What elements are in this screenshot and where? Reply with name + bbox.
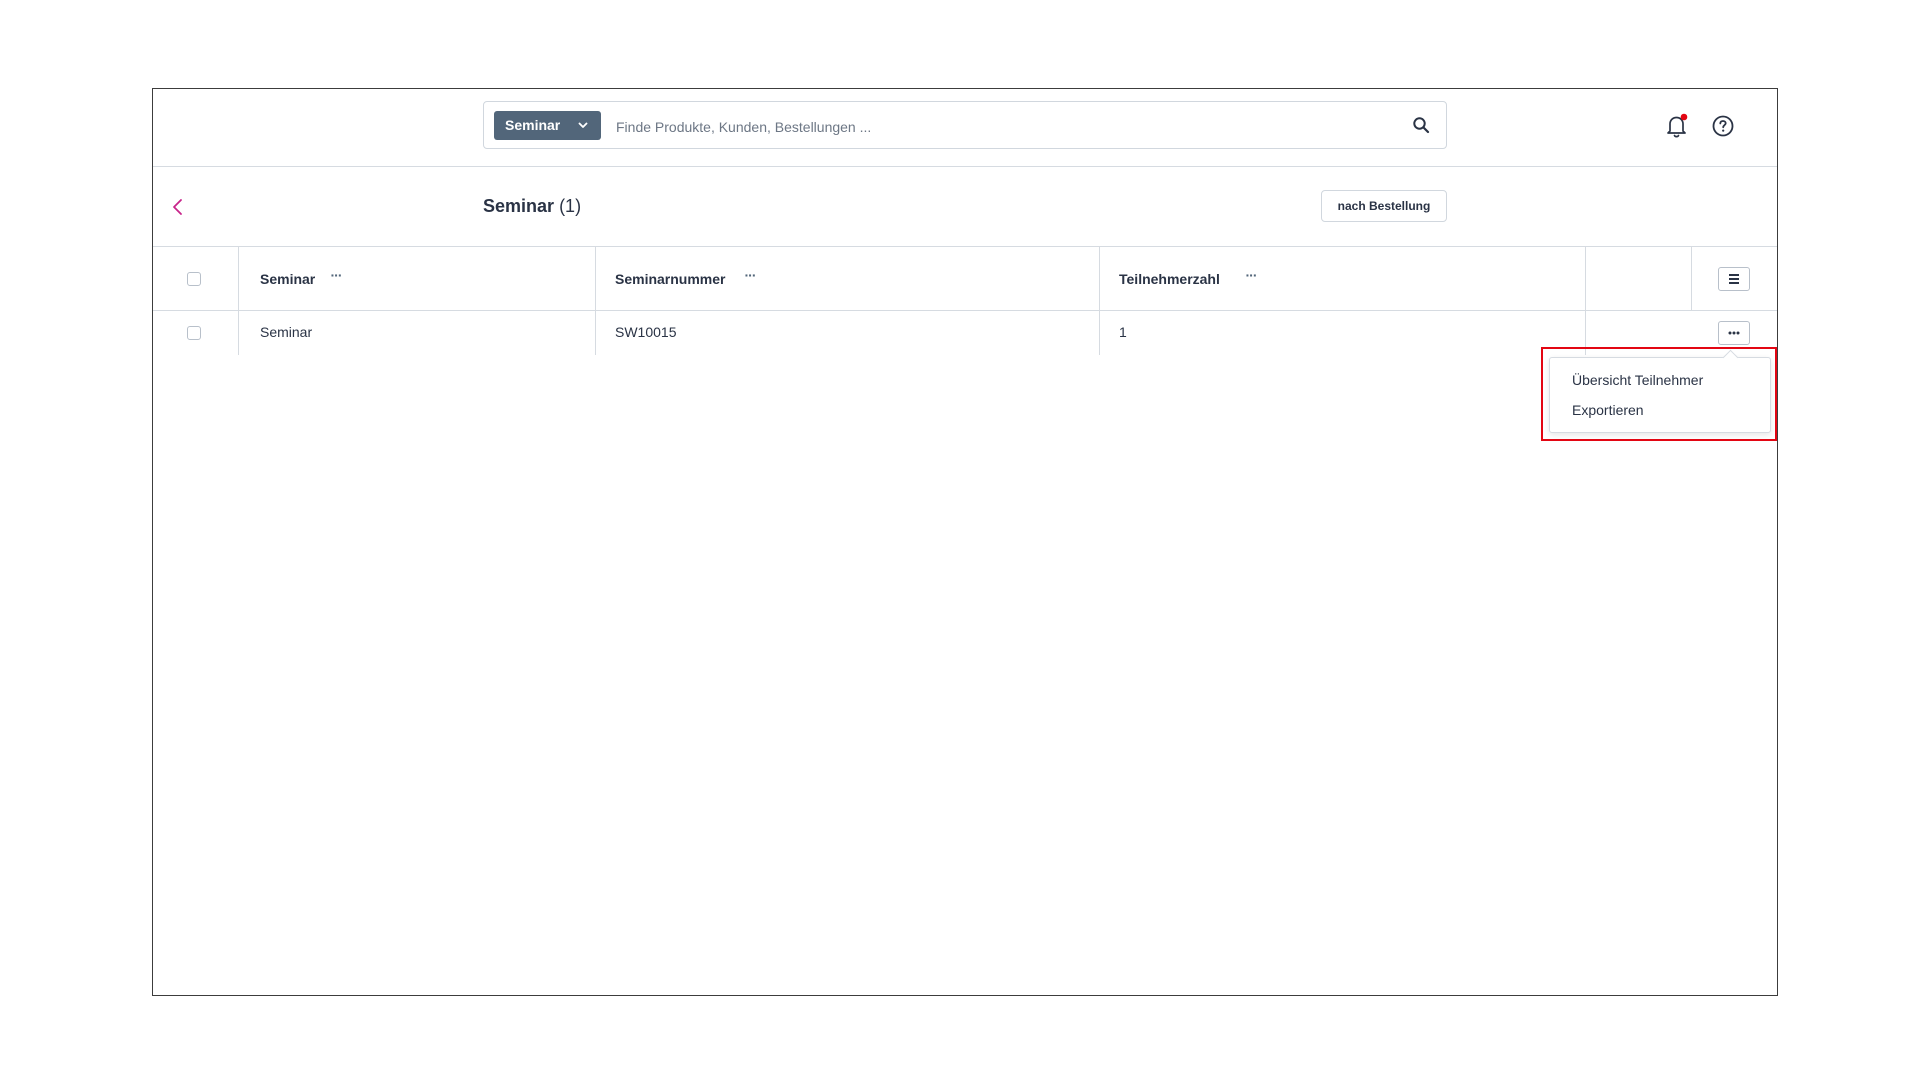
help-icon[interactable] xyxy=(1711,114,1735,138)
table-row: Seminar SW10015 1 xyxy=(153,311,1777,355)
select-all-checkbox[interactable] xyxy=(187,272,201,286)
top-bar: Seminar xyxy=(153,89,1777,167)
cell-seminarnummer: SW10015 xyxy=(615,324,677,340)
column-header-teilnehmerzahl[interactable]: Teilnehmerzahl xyxy=(1119,271,1220,287)
app-window: Seminar Seminar xyxy=(152,88,1778,996)
notification-dot xyxy=(1680,113,1688,121)
global-search: Seminar xyxy=(483,101,1447,149)
sort-by-order-button[interactable]: nach Bestellung xyxy=(1321,190,1447,222)
column-header-seminarnummer[interactable]: Seminarnummer xyxy=(615,271,725,287)
bell-icon[interactable] xyxy=(1665,113,1689,139)
cell-seminar: Seminar xyxy=(260,324,313,340)
page-header: Seminar (1) nach Bestellung xyxy=(153,167,1777,247)
column-header-seminar[interactable]: Seminar xyxy=(260,271,315,287)
row-checkbox[interactable] xyxy=(187,326,201,340)
hamburger-menu-icon xyxy=(1729,274,1739,284)
search-type-dropdown[interactable]: Seminar xyxy=(494,111,601,140)
search-type-label: Seminar xyxy=(505,117,561,133)
table-settings-button[interactable] xyxy=(1718,267,1750,291)
page-title: Seminar (1) xyxy=(483,196,581,217)
search-input[interactable] xyxy=(614,112,1398,141)
more-dots-icon xyxy=(1728,331,1740,335)
column-divider xyxy=(1099,247,1100,355)
column-menu-teilnehmerzahl[interactable]: ··· xyxy=(1243,267,1259,287)
column-divider xyxy=(1585,247,1586,355)
column-divider xyxy=(238,247,239,355)
cell-teilnehmerzahl: 1 xyxy=(1119,324,1127,340)
column-menu-seminarnummer[interactable]: ··· xyxy=(742,267,758,287)
page-title-count: (1) xyxy=(559,196,582,216)
row-actions-button[interactable] xyxy=(1718,321,1750,345)
table-header: Seminar ··· Seminarnummer ··· Teilnehmer… xyxy=(153,247,1777,311)
column-divider xyxy=(1691,247,1692,311)
chevron-left-icon[interactable] xyxy=(171,197,185,217)
column-menu-seminar[interactable]: ··· xyxy=(328,267,344,287)
column-divider xyxy=(595,247,596,355)
page-title-text: Seminar xyxy=(483,196,555,216)
highlight-annotation xyxy=(1541,347,1777,441)
search-icon[interactable] xyxy=(1412,116,1430,134)
chevron-down-icon xyxy=(578,122,588,128)
